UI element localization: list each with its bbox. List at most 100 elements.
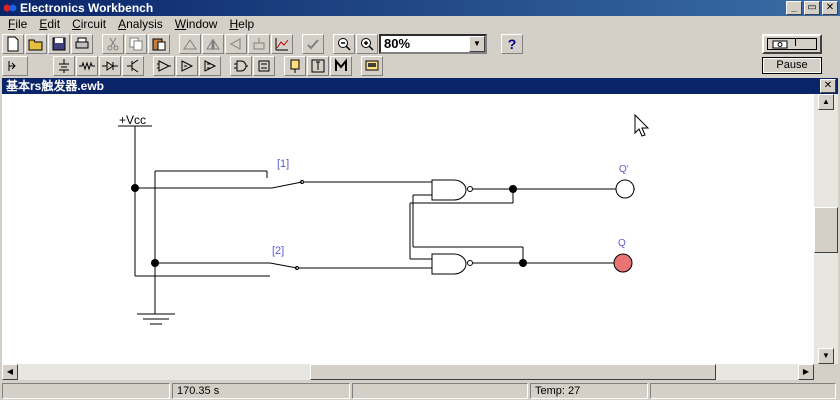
menu-analysis[interactable]: Analysis xyxy=(112,16,169,33)
menu-analysis-mnemonic: A xyxy=(118,17,127,31)
document-close-button[interactable]: ✕ xyxy=(820,79,836,93)
paste-button[interactable] xyxy=(148,34,170,54)
printer-icon xyxy=(75,37,89,49)
chevron-down-icon[interactable]: ▼ xyxy=(469,36,485,52)
scissors-icon xyxy=(107,37,119,51)
menu-file-label: ile xyxy=(15,17,28,31)
standard-toolbar: 80% ▼ ? xyxy=(0,33,760,55)
vertical-scroll-thumb[interactable] xyxy=(814,207,838,253)
menu-window[interactable]: Window xyxy=(169,16,224,33)
zoom-select[interactable]: 80% ▼ xyxy=(379,34,487,54)
mixed-ics-bin-button[interactable] xyxy=(176,56,198,76)
horizontal-scroll-thumb[interactable] xyxy=(310,364,716,380)
junction-1 xyxy=(131,184,139,192)
horizontal-scrollbar[interactable]: ◀ ▶ xyxy=(2,364,814,380)
controls-icon xyxy=(311,59,325,73)
menu-analysis-label: nalysis xyxy=(126,17,163,31)
menu-window-label: indow xyxy=(186,17,218,31)
new-button[interactable] xyxy=(2,34,24,54)
zoom-out-button[interactable] xyxy=(333,34,355,54)
paste-clipboard-icon xyxy=(152,38,166,51)
menu-window-mnemonic: W xyxy=(174,17,187,31)
open-folder-icon xyxy=(28,39,43,51)
power-on-label: I xyxy=(794,37,798,49)
menu-edit[interactable]: Edit xyxy=(33,16,66,33)
instruments-bin-button[interactable] xyxy=(361,56,383,76)
subcircuit-icon xyxy=(307,39,319,50)
logic-gates-bin-button[interactable] xyxy=(230,56,252,76)
analog-ics-bin-button[interactable] xyxy=(153,56,175,76)
app-logo-icon xyxy=(3,4,17,12)
scroll-right-button[interactable]: ▶ xyxy=(798,364,814,380)
power-switch[interactable]: I xyxy=(762,34,822,54)
qbar-probe[interactable] xyxy=(615,179,635,199)
status-pane-message xyxy=(2,383,170,399)
transistors-bin-button[interactable] xyxy=(122,56,144,76)
new-file-icon xyxy=(7,36,19,52)
nand-gate-top xyxy=(431,179,467,201)
circuit-canvas[interactable]: +Vcc [1] [2] Q' Q xyxy=(2,94,814,364)
switch2-blade xyxy=(269,262,298,269)
power-off-icon xyxy=(772,40,788,49)
app-title: Electronics Workbench xyxy=(20,1,154,15)
cut-button[interactable] xyxy=(102,34,124,54)
flip-horizontal-icon xyxy=(206,39,220,50)
menu-help[interactable]: Help xyxy=(223,16,260,33)
parts-toolbar xyxy=(0,55,760,77)
basic-bin-button[interactable] xyxy=(76,56,98,76)
help-button[interactable]: ? xyxy=(501,34,523,54)
menu-edit-label: dit xyxy=(47,17,61,31)
flip-horizontal-button[interactable] xyxy=(202,34,224,54)
document-title-bar: 基本rs触发器.ewb ✕ xyxy=(2,78,838,94)
open-button[interactable] xyxy=(25,34,47,54)
miscellaneous-bin-button[interactable] xyxy=(330,56,352,76)
digital-bin-button[interactable] xyxy=(253,56,275,76)
close-button[interactable]: ✕ xyxy=(822,1,838,15)
document-title: 基本rs触发器.ewb xyxy=(6,79,105,93)
menu-circuit-label: ircuit xyxy=(80,17,107,31)
rotate-icon xyxy=(183,39,197,50)
flip-vertical-icon xyxy=(229,38,241,50)
graph-button[interactable] xyxy=(271,34,293,54)
minimize-button[interactable]: _ xyxy=(786,1,802,15)
favorites-bin-button[interactable] xyxy=(2,56,28,76)
component-properties-icon xyxy=(253,38,265,50)
indicators-bin-button[interactable] xyxy=(284,56,306,76)
restore-button[interactable]: ▭ xyxy=(804,1,820,15)
rotate-button[interactable] xyxy=(179,34,201,54)
scroll-down-button[interactable]: ▼ xyxy=(818,348,834,364)
analog-ic-icon xyxy=(157,60,171,72)
digital-ics-bin-button[interactable] xyxy=(199,56,221,76)
status-bar: 170.35 s Temp: 27 xyxy=(0,382,840,400)
copy-icon xyxy=(129,37,143,51)
graph-icon xyxy=(275,38,289,51)
copy-button[interactable] xyxy=(125,34,147,54)
favorites-bin-icon xyxy=(8,61,16,71)
qbar-label: Q' xyxy=(619,164,629,175)
sources-bin-button[interactable] xyxy=(53,56,75,76)
vertical-scrollbar[interactable]: ▲ ▼ xyxy=(814,94,838,364)
menu-help-label: elp xyxy=(238,17,255,31)
pause-button[interactable]: Pause xyxy=(762,57,822,74)
save-button[interactable] xyxy=(48,34,70,54)
diodes-bin-button[interactable] xyxy=(99,56,121,76)
nand-gate-bottom xyxy=(431,253,467,275)
menu-help-mnemonic: H xyxy=(229,17,239,31)
component-properties-button[interactable] xyxy=(248,34,270,54)
zoom-in-button[interactable] xyxy=(356,34,378,54)
zoom-out-icon xyxy=(338,38,351,51)
junction-3 xyxy=(509,185,517,193)
menu-file[interactable]: File xyxy=(2,16,33,33)
print-button[interactable] xyxy=(71,34,93,54)
diode-icon xyxy=(102,61,118,71)
status-pane-extra xyxy=(650,383,836,399)
misc-m-icon xyxy=(335,58,347,71)
status-pane-blank xyxy=(352,383,528,399)
menu-circuit[interactable]: Circuit xyxy=(66,16,112,33)
scroll-up-button[interactable]: ▲ xyxy=(818,94,834,110)
controls-bin-button[interactable] xyxy=(307,56,329,76)
subcircuit-button[interactable] xyxy=(302,34,324,54)
flip-vertical-button[interactable] xyxy=(225,34,247,54)
q-probe[interactable] xyxy=(613,253,633,273)
scroll-left-button[interactable]: ◀ xyxy=(2,364,18,380)
